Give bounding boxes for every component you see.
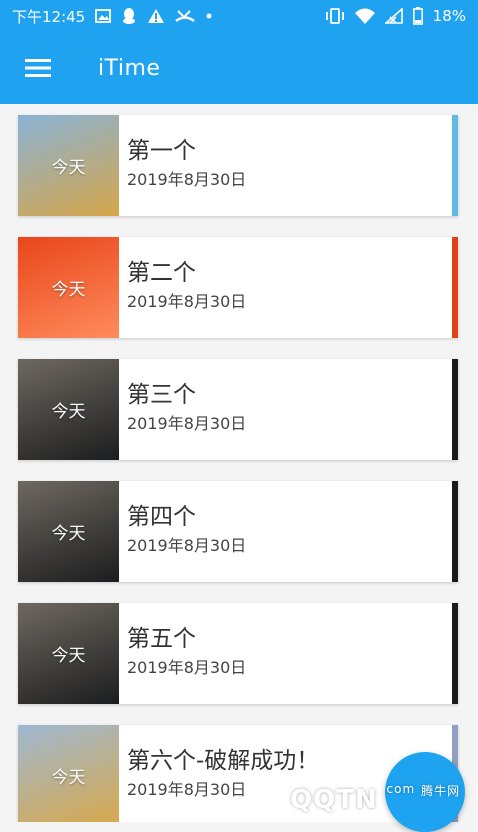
hamburger-icon	[25, 59, 51, 77]
app-title: iTime	[98, 55, 161, 81]
event-title: 第四个	[127, 504, 196, 530]
card-text: 第四个 2019年8月30日	[119, 481, 452, 582]
event-thumbnail: 今天	[18, 481, 119, 582]
event-date: 2019年8月30日	[127, 170, 247, 189]
event-card[interactable]: 今天 第一个 2019年8月30日	[18, 115, 458, 216]
battery-icon	[412, 7, 423, 25]
card-text: 第五个 2019年8月30日	[119, 603, 452, 704]
accent-strip	[452, 359, 458, 460]
card-text: 第二个 2019年8月30日	[119, 237, 452, 338]
thumbnail-label: 今天	[51, 158, 86, 178]
thumbnail-label: 今天	[51, 402, 86, 422]
event-title: 第三个	[127, 382, 196, 408]
event-date: 2019年8月30日	[127, 414, 247, 433]
battery-percent: 18%	[432, 7, 466, 25]
event-title: 第五个	[127, 626, 196, 652]
accent-strip	[452, 481, 458, 582]
card-text: 第三个 2019年8月30日	[119, 359, 452, 460]
accent-strip	[452, 237, 458, 338]
menu-button[interactable]	[20, 50, 56, 86]
event-thumbnail: 今天	[18, 725, 119, 822]
qq-icon	[121, 7, 137, 25]
event-card[interactable]: 今天 第四个 2019年8月30日	[18, 481, 458, 582]
accent-strip	[452, 115, 458, 216]
image-icon	[95, 8, 112, 24]
event-list: 今天 第一个 2019年8月30日 今天 第二个 2019年8月30日 今天 第三个 2019年…	[0, 104, 478, 822]
event-date: 2019年8月30日	[127, 292, 247, 311]
accent-strip	[452, 603, 458, 704]
signal-icon	[384, 8, 403, 24]
thumbnail-label: 今天	[51, 768, 86, 788]
watermark-tag: 腾牛网	[421, 784, 461, 798]
thumbnail-label: 今天	[51, 646, 86, 666]
event-title: 第一个	[127, 138, 196, 164]
event-thumbnail: 今天	[18, 359, 119, 460]
vibrate-icon	[325, 8, 345, 24]
dot-icon	[205, 12, 213, 20]
event-date: 2019年8月30日	[127, 536, 247, 555]
card-text: 第一个 2019年8月30日	[119, 115, 452, 216]
event-thumbnail: 今天	[18, 603, 119, 704]
app-bar: iTime	[0, 32, 478, 104]
thumbnail-label: 今天	[51, 280, 86, 300]
event-title: 第二个	[127, 260, 196, 286]
event-thumbnail: 今天	[18, 237, 119, 338]
warning-icon	[147, 8, 165, 24]
event-thumbnail: 今天	[18, 115, 119, 216]
watermark-main: QQTN	[290, 785, 378, 815]
event-card[interactable]: 今天 第三个 2019年8月30日	[18, 359, 458, 460]
status-bar: 下午12:45 18%	[0, 0, 478, 32]
event-card[interactable]: 今天 第二个 2019年8月30日	[18, 237, 458, 338]
missed-call-icon	[175, 8, 196, 24]
event-card[interactable]: 今天 第五个 2019年8月30日	[18, 603, 458, 704]
status-left: 下午12:45	[12, 6, 213, 27]
watermark-logo: QQTN .com 腾牛网	[290, 778, 470, 822]
thumbnail-label: 今天	[51, 524, 86, 544]
event-date: 2019年8月30日	[127, 658, 247, 677]
wifi-icon	[354, 8, 375, 24]
status-right: 18%	[325, 7, 466, 25]
watermark-suffix: .com	[381, 782, 416, 796]
status-time: 下午12:45	[12, 7, 86, 26]
